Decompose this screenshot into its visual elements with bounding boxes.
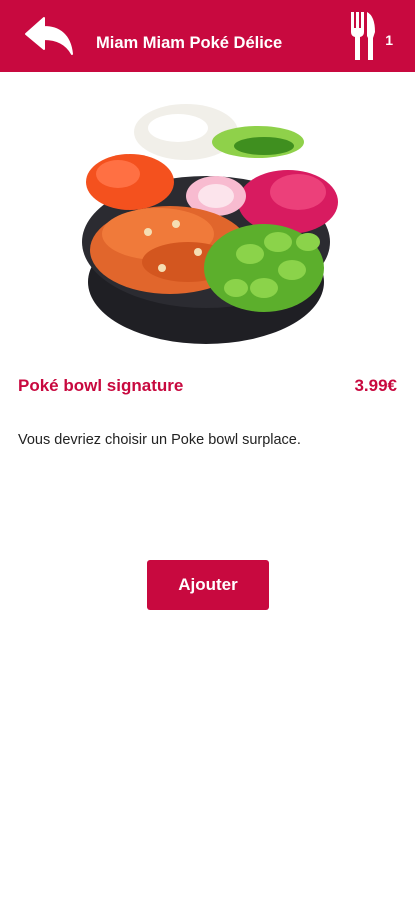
page-title: Miam Miam Poké Délice <box>96 34 283 52</box>
add-to-cart-button[interactable]: Ajouter <box>147 560 269 610</box>
back-button[interactable] <box>22 14 78 58</box>
back-arrow-icon <box>25 17 73 55</box>
product-name: Poké bowl signature <box>18 376 184 395</box>
poke-bowl-image <box>82 104 338 344</box>
product-description: Vous devriez choisir un Poke bowl surpla… <box>18 432 301 448</box>
product-price: 3.99€ <box>354 376 397 395</box>
fork-knife-icon <box>351 12 375 60</box>
cart-count-badge: 1 <box>385 32 393 48</box>
app-header: Miam Miam Poké Délice 1 <box>0 0 415 72</box>
app-screen: Miam Miam Poké Délice 1 Poké bowl signat… <box>0 0 415 900</box>
cart-button[interactable]: 1 <box>349 10 393 64</box>
